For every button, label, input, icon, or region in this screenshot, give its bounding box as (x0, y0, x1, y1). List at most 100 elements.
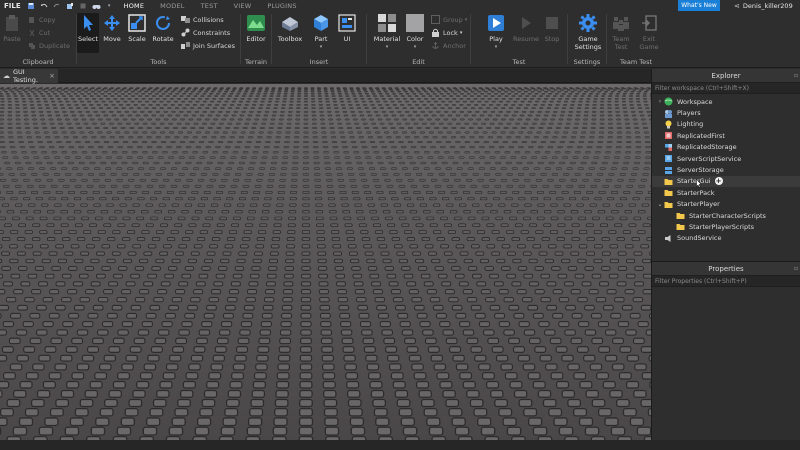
username[interactable]: Denis_killer209 (743, 2, 793, 10)
tab-model[interactable]: MODEL (152, 0, 192, 11)
tree-item-starterplayer[interactable]: ⌄ StarterPlayer (652, 199, 800, 210)
team-test-button[interactable]: Team Test (607, 13, 635, 51)
baseplate-stud (489, 146, 495, 149)
exit-game-button[interactable]: Exit Game (635, 13, 663, 51)
part-button[interactable]: Part ▾ (308, 13, 334, 50)
paste-button[interactable]: Paste (0, 13, 24, 43)
duplicate-button[interactable]: Duplicate (27, 41, 70, 50)
color-button[interactable]: Color ▾ (403, 13, 427, 50)
terrain-editor-button[interactable]: Editor (241, 13, 271, 43)
rotate-button[interactable]: Rotate (149, 13, 177, 43)
expand-arrow-icon[interactable]: › (656, 98, 664, 105)
join-surfaces-toggle[interactable]: Join Surfaces (181, 41, 235, 50)
tree-item-startergui[interactable]: StarterGui + (652, 175, 800, 188)
tree-item-serverscriptservice[interactable]: ServerScriptService (652, 153, 800, 164)
baseplate-stud (439, 114, 445, 117)
baseplate-stud (145, 312, 157, 319)
tab-view[interactable]: VIEW (226, 0, 260, 11)
lock-button[interactable]: Lock ▾ (431, 28, 462, 37)
copy-button[interactable]: Copy (27, 15, 56, 24)
baseplate-stud (28, 98, 33, 100)
quick-access-dropdown-icon[interactable]: ▾ (105, 1, 114, 10)
anchor-button[interactable]: Anchor (431, 41, 466, 50)
tree-item-serverstorage[interactable]: ServerStorage (652, 164, 800, 175)
tab-plugins[interactable]: PLUGINS (259, 0, 304, 11)
tree-item-players[interactable]: Players (652, 107, 800, 118)
panel-options-icon[interactable]: ▫ (794, 72, 798, 79)
tree-item-soundservice[interactable]: SoundService (652, 233, 800, 244)
baseplate-stud (0, 98, 5, 100)
baseplate-stud (24, 122, 30, 125)
tree-item-starterpack[interactable]: StarterPack (652, 187, 800, 198)
color-dropdown-icon[interactable]: ▾ (414, 44, 417, 50)
baseplate-stud (103, 114, 109, 117)
move-button[interactable]: Move (99, 13, 125, 43)
constraints-toggle[interactable]: Constraints (181, 28, 230, 37)
properties-filter-input[interactable]: Filter Properties (Ctrl+Shift+P) (652, 276, 800, 287)
collisions-toggle[interactable]: Collisions (181, 15, 224, 24)
ui-button[interactable]: UI (334, 13, 360, 43)
panel-options-icon[interactable]: ▫ (794, 265, 798, 272)
tree-item-startercharacterscripts[interactable]: StarterCharacterScripts (652, 210, 800, 221)
baseplate-stud (501, 118, 506, 121)
play-dropdown-icon[interactable]: ▾ (495, 44, 498, 50)
play-button[interactable]: Play ▾ (481, 13, 511, 50)
tab-home[interactable]: HOME (116, 0, 153, 11)
material-button[interactable]: Material ▾ (371, 13, 403, 50)
save-icon[interactable] (27, 1, 36, 10)
baseplate-stud (127, 93, 132, 95)
baseplate-stud (260, 161, 267, 165)
plugin-icon[interactable] (66, 1, 75, 10)
undo-icon[interactable] (40, 1, 49, 10)
baseplate-stud (15, 114, 21, 117)
share-icon[interactable]: ⋖ (734, 2, 740, 10)
document-tab[interactable]: ☁ GUI Testing. × (0, 68, 58, 84)
baseplate-stud (321, 346, 334, 353)
baseplate-stud (101, 244, 111, 249)
baseplate-stud (210, 111, 215, 113)
baseplate-stud (88, 131, 94, 134)
baseplate-stud (329, 216, 338, 221)
stop-button[interactable]: Stop (539, 13, 565, 43)
select-button[interactable]: Select (77, 13, 99, 53)
baseplate-stud (27, 273, 38, 279)
baseplate-stud (3, 223, 12, 228)
baseplate-stud (403, 151, 410, 154)
baseplate-stud (113, 89, 118, 91)
game-settings-button[interactable]: Game Settings (572, 13, 604, 51)
part-dropdown-icon[interactable]: ▾ (320, 44, 323, 50)
lock-dropdown-icon[interactable]: ▾ (460, 30, 463, 36)
file-menu[interactable]: FILE (0, 2, 25, 10)
3d-viewport[interactable] (0, 84, 651, 440)
close-tab-icon[interactable]: × (49, 72, 55, 80)
baseplate-stud (286, 127, 291, 129)
tree-item-replicatedstorage[interactable]: ReplicatedStorage (652, 142, 800, 153)
baseplate-stud (185, 89, 190, 91)
baseplate-stud (632, 167, 639, 170)
group-button[interactable]: Group ▾ (431, 15, 467, 24)
stop-square-icon[interactable] (79, 1, 88, 10)
tree-item-replicatedfirst[interactable]: ReplicatedFirst (652, 130, 800, 141)
baseplate-stud (326, 184, 334, 188)
material-dropdown-icon[interactable]: ▾ (386, 44, 389, 50)
baseplate-stud (296, 107, 301, 109)
whats-new-button[interactable]: What's New (678, 0, 720, 11)
baseplate-stud (248, 136, 254, 139)
baseplate-stud (498, 146, 505, 149)
baseplate-stud (413, 151, 420, 154)
toolbox-button[interactable]: Toolbox (274, 13, 306, 43)
group-dropdown-icon[interactable]: ▾ (465, 17, 468, 23)
tree-item-lighting[interactable]: Lighting (652, 119, 800, 130)
tab-test[interactable]: TEST (193, 0, 226, 11)
redo-icon[interactable] (53, 1, 62, 10)
add-object-icon[interactable]: + (714, 177, 723, 186)
collapse-arrow-icon[interactable]: ⌄ (656, 201, 664, 208)
cut-button[interactable]: Cut (27, 28, 50, 37)
tree-item-workspace[interactable]: › Workspace (652, 96, 800, 107)
scale-button[interactable]: Scale (125, 13, 149, 43)
explorer-filter-input[interactable]: Filter workspace (Ctrl+Shift+X) (652, 83, 800, 94)
baseplate-stud (15, 122, 21, 125)
tree-item-starterplayerscripts[interactable]: StarterPlayerScripts (652, 221, 800, 232)
binoculars-icon[interactable] (92, 1, 101, 10)
resume-button[interactable]: Resume (511, 13, 541, 43)
